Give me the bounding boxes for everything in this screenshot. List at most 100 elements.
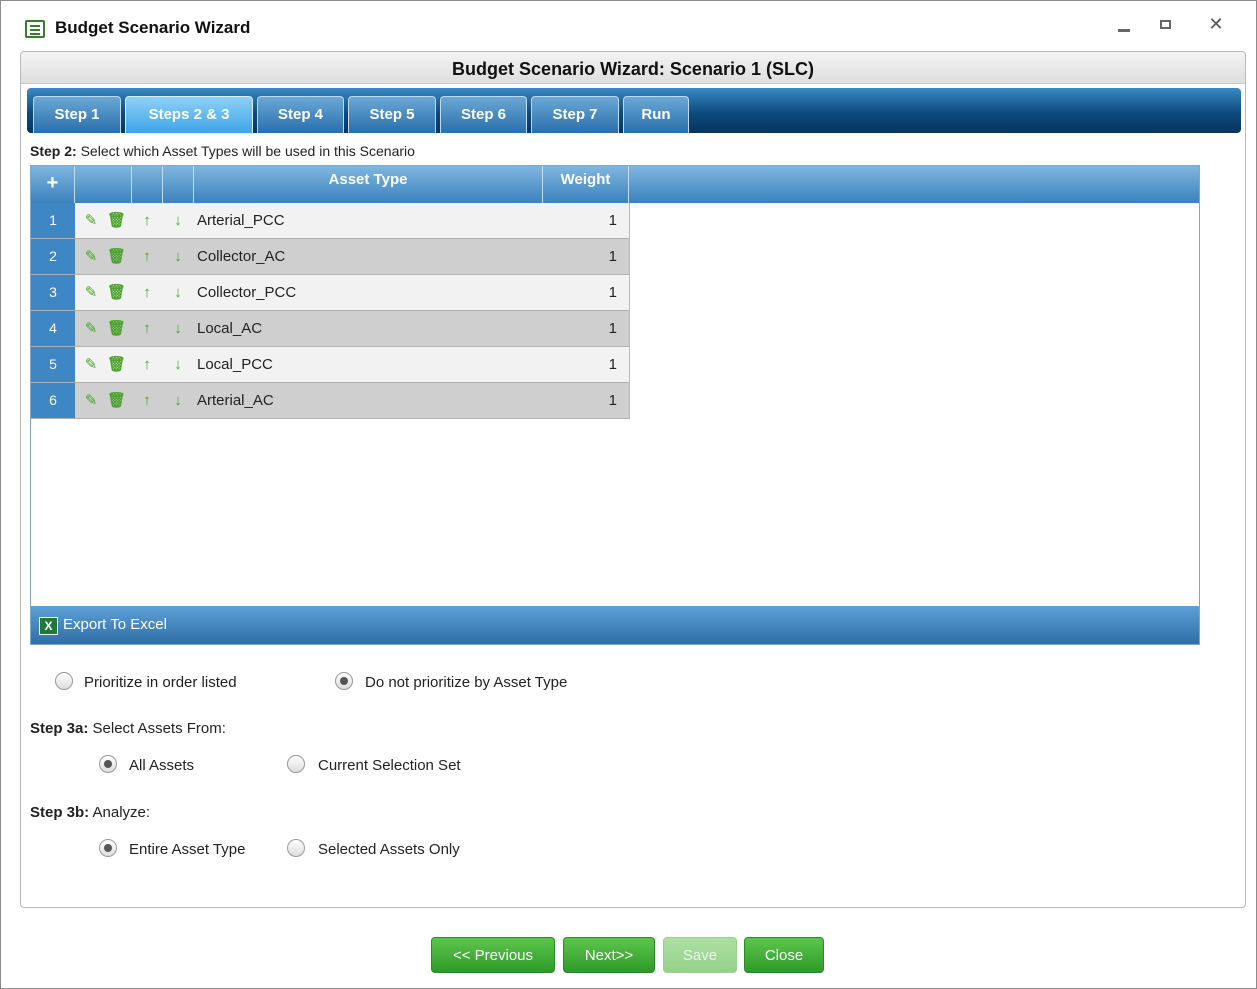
grid-header: + Asset Type Weight — [31, 166, 1199, 203]
add-row-button[interactable]: + — [31, 166, 75, 203]
move-down-icon[interactable]: ↓ — [170, 320, 186, 338]
radio-label: Do not prioritize by Asset Type — [365, 674, 568, 691]
move-down-icon[interactable]: ↓ — [170, 284, 186, 302]
asset-type-cell: Arterial_AC — [197, 392, 274, 409]
table-row[interactable]: 1 ✎ 🗑 ↑ ↓ Arterial_PCC 1 — [31, 203, 629, 239]
table-row[interactable]: 6 ✎ 🗑 ↑ ↓ Arterial_AC 1 — [31, 383, 629, 419]
move-up-icon[interactable]: ↑ — [139, 284, 155, 302]
radio-label: Current Selection Set — [318, 757, 461, 774]
move-up-icon[interactable]: ↑ — [139, 392, 155, 410]
step3a-prefix: Step 3a: — [30, 720, 89, 737]
header-asset-type[interactable]: Asset Type — [194, 166, 543, 203]
export-to-excel-button[interactable]: Export To Excel — [63, 606, 167, 644]
analyze-selected-only-option[interactable]: Selected Assets Only — [287, 839, 517, 863]
tab-run[interactable]: Run — [623, 96, 689, 133]
row-number: 6 — [31, 383, 75, 418]
table-row[interactable]: 4 ✎ 🗑 ↑ ↓ Local_AC 1 — [31, 311, 629, 347]
close-icon: ✕ — [1208, 14, 1224, 34]
close-button[interactable]: Close — [744, 937, 824, 973]
move-down-icon[interactable]: ↓ — [170, 212, 186, 230]
edit-icon[interactable]: ✎ — [83, 284, 99, 302]
asset-type-cell: Collector_AC — [197, 248, 286, 265]
move-up-icon[interactable]: ↑ — [139, 320, 155, 338]
move-up-icon[interactable]: ↑ — [139, 248, 155, 266]
step2-prefix: Step 2: — [30, 143, 77, 159]
radio-label: Selected Assets Only — [318, 841, 460, 858]
weight-cell[interactable]: 1 — [609, 275, 617, 311]
previous-button[interactable]: << Previous — [431, 937, 555, 973]
wizard-window: Budget Scenario Wizard ✕ Budget Scenario… — [0, 0, 1257, 989]
panel-title: Budget Scenario Wizard: Scenario 1 (SLC) — [21, 52, 1245, 84]
edit-icon[interactable]: ✎ — [83, 248, 99, 266]
weight-cell[interactable]: 1 — [609, 347, 617, 383]
analyze-entire-type-option[interactable]: Entire Asset Type — [99, 839, 299, 863]
next-button[interactable]: Next>> — [563, 937, 655, 973]
priority-option-none[interactable]: Do not prioritize by Asset Type — [335, 672, 635, 696]
weight-cell[interactable]: 1 — [609, 383, 617, 419]
table-row[interactable]: 3 ✎ 🗑 ↑ ↓ Collector_PCC 1 — [31, 275, 629, 311]
excel-icon: X — [39, 617, 58, 635]
move-up-icon[interactable]: ↑ — [139, 356, 155, 374]
window-title: Budget Scenario Wizard — [55, 18, 251, 37]
step3b-text: Analyze: — [92, 804, 151, 821]
plus-icon: + — [46, 172, 59, 194]
edit-icon[interactable]: ✎ — [83, 320, 99, 338]
edit-icon[interactable]: ✎ — [83, 212, 99, 230]
weight-cell[interactable]: 1 — [609, 311, 617, 347]
move-down-icon[interactable]: ↓ — [170, 248, 186, 266]
delete-icon[interactable]: 🗑 — [107, 320, 126, 338]
asset-type-cell: Arterial_PCC — [197, 212, 285, 229]
header-up-col — [132, 166, 163, 203]
edit-icon[interactable]: ✎ — [83, 356, 99, 374]
delete-icon[interactable]: 🗑 — [107, 356, 126, 374]
delete-icon[interactable]: 🗑 — [107, 392, 126, 410]
radio-all-assets[interactable] — [99, 755, 117, 773]
step3b-label: Step 3b: Analyze: — [30, 804, 150, 821]
step2-text: Select which Asset Types will be used in… — [80, 143, 415, 159]
grid-footer: X Export To Excel — [31, 606, 1199, 644]
row-number: 5 — [31, 347, 75, 382]
maximize-icon — [1160, 20, 1171, 29]
table-row[interactable]: 2 ✎ 🗑 ↑ ↓ Collector_AC 1 — [31, 239, 629, 275]
tab-step-5[interactable]: Step 5 — [348, 96, 436, 133]
asset-type-cell: Local_AC — [197, 320, 263, 337]
move-up-icon[interactable]: ↑ — [139, 212, 155, 230]
window-close-button[interactable]: ✕ — [1203, 11, 1229, 37]
tab-step-4[interactable]: Step 4 — [257, 96, 344, 133]
radio-current-selection[interactable] — [287, 755, 305, 773]
select-all-assets-option[interactable]: All Assets — [99, 755, 259, 779]
select-current-set-option[interactable]: Current Selection Set — [287, 755, 527, 779]
step2-instruction: Step 2: Select which Asset Types will be… — [30, 143, 415, 159]
move-down-icon[interactable]: ↓ — [170, 392, 186, 410]
asset-type-cell: Collector_PCC — [197, 284, 297, 301]
tab-steps-2-3[interactable]: Steps 2 & 3 — [125, 96, 253, 133]
radio-label: All Assets — [129, 757, 195, 774]
edit-icon[interactable]: ✎ — [83, 392, 99, 410]
maximize-button[interactable] — [1153, 11, 1179, 37]
delete-icon[interactable]: 🗑 — [107, 248, 126, 266]
priority-option-ordered[interactable]: Prioritize in order listed — [55, 672, 315, 696]
tab-step-1[interactable]: Step 1 — [33, 96, 121, 133]
asset-type-cell: Local_PCC — [197, 356, 273, 373]
row-number: 3 — [31, 275, 75, 310]
header-weight[interactable]: Weight — [543, 166, 629, 203]
minimize-icon — [1118, 29, 1130, 32]
radio-prioritize-ordered[interactable] — [55, 672, 73, 690]
radio-selected-assets[interactable] — [287, 839, 305, 857]
tab-step-6[interactable]: Step 6 — [440, 96, 527, 133]
radio-entire-asset-type[interactable] — [99, 839, 117, 857]
move-down-icon[interactable]: ↓ — [170, 356, 186, 374]
step3a-text: Select Assets From: — [92, 720, 226, 737]
table-row[interactable]: 5 ✎ 🗑 ↑ ↓ Local_PCC 1 — [31, 347, 629, 383]
radio-no-prioritize[interactable] — [335, 672, 353, 690]
delete-icon[interactable]: 🗑 — [107, 212, 126, 230]
wizard-panel: Budget Scenario Wizard: Scenario 1 (SLC)… — [20, 51, 1246, 908]
step-tab-bar: Step 1 Steps 2 & 3 Step 4 Step 5 Step 6 … — [27, 88, 1241, 133]
weight-cell[interactable]: 1 — [609, 203, 617, 239]
delete-icon[interactable]: 🗑 — [107, 284, 126, 302]
weight-cell[interactable]: 1 — [609, 239, 617, 275]
radio-label: Entire Asset Type — [129, 841, 246, 858]
tab-step-7[interactable]: Step 7 — [531, 96, 619, 133]
save-button[interactable]: Save — [663, 937, 737, 973]
minimize-button[interactable] — [1111, 11, 1137, 37]
